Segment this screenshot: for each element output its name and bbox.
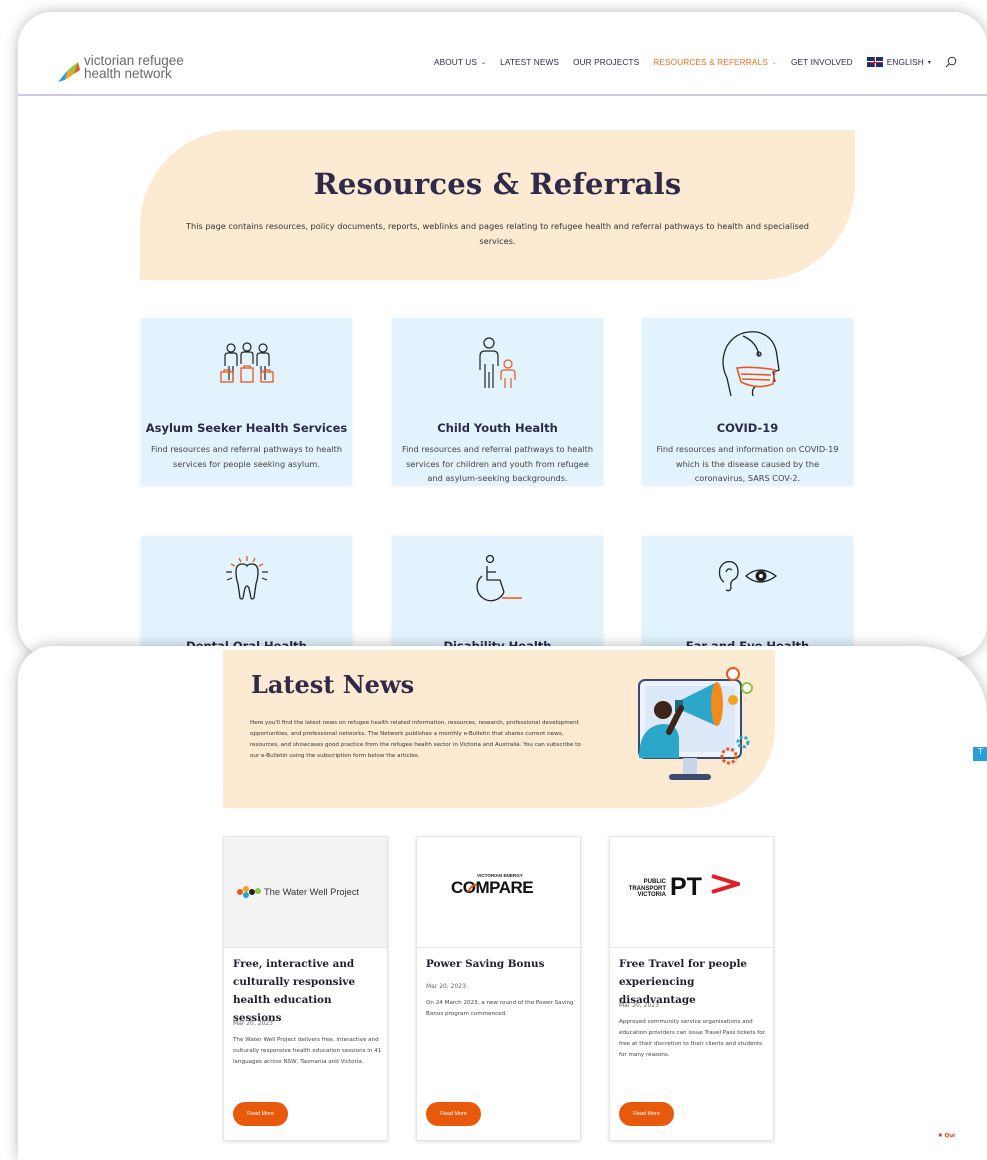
language-label: ENGLISH	[886, 57, 924, 67]
card-description: Find resources and referral pathways to …	[401, 444, 594, 483]
card-dental-oral-health[interactable]: Dental Oral Health	[141, 536, 352, 656]
site-logo[interactable]: victorian refugee health network	[56, 50, 184, 84]
news-card-date: Mar 20, 2023	[426, 983, 466, 990]
resources-hero: Resources & Referrals This page contains…	[140, 130, 855, 280]
nav-get-involved[interactable]: GET INVOLVED	[791, 57, 853, 67]
latest-news-panel: Latest News Here you'll find the latest …	[18, 646, 987, 1160]
main-nav: ABOUT US ⌄ LATEST NEWS OUR PROJECTS RESO…	[434, 56, 957, 68]
card-title: Asylum Seeker Health Services	[145, 421, 348, 435]
news-card-water-well[interactable]: The Water Well Project Free, interactive…	[223, 836, 388, 1141]
nav-label: LATEST NEWS	[500, 57, 560, 67]
card-asylum-seeker-health[interactable]: Asylum Seeker Health Services Find resou…	[141, 318, 352, 485]
nav-label: RESOURCES & REFERRALS	[653, 57, 768, 67]
card-title: Child Youth Health	[437, 421, 558, 435]
page-title: Resources & Referrals	[313, 167, 682, 201]
logo-bird-icon	[58, 62, 80, 82]
site-header: victorian refugee health network ABOUT U…	[18, 12, 987, 96]
latest-news-hero: Latest News Here you'll find the latest …	[223, 650, 775, 808]
news-card-excerpt: Approved community service organisations…	[619, 1019, 765, 1058]
logo-line-2: health network	[84, 66, 172, 81]
read-more-button[interactable]: Read More	[233, 1102, 288, 1126]
chevron-down-icon: ⌄	[481, 59, 487, 66]
ptv-arrow-icon	[711, 874, 740, 894]
nav-label: OUR PROJECTS	[573, 57, 640, 67]
latest-news-description: Here you'll find the latest news on refu…	[250, 720, 581, 759]
search-icon[interactable]	[945, 56, 957, 68]
news-card-date: Mar 20, 2023	[233, 1020, 273, 1027]
tooth-icon	[225, 556, 268, 600]
news-card-title[interactable]: Power Saving Bonus	[426, 955, 576, 973]
news-card-title[interactable]: Free, interactive and culturally respons…	[233, 955, 383, 1027]
vec-logo-main: COMPARE	[451, 878, 534, 897]
news-card-image: VICTORIAN ENERGY COMPARE	[417, 837, 580, 948]
news-card-title[interactable]: Free Travel for people experiencing disa…	[619, 955, 769, 1009]
news-card-image: The Water Well Project	[224, 837, 387, 948]
card-covid-19[interactable]: COVID-19 Find resources and information …	[642, 318, 853, 485]
news-card-free-travel[interactable]: PUBLIC TRANSPORT VICTORIA PT Free Travel…	[609, 836, 774, 1141]
water-well-logo-icon	[237, 886, 261, 898]
page-description: This page contains resources, policy doc…	[186, 221, 809, 246]
card-title: COVID-19	[716, 421, 779, 435]
nav-latest-news[interactable]: LATEST NEWS	[500, 57, 559, 67]
ptv-logo-text: PUBLIC TRANSPORT VICTORIA	[622, 879, 666, 899]
news-card-excerpt: On 24 March 2023, a new round of the Pow…	[426, 1000, 574, 1017]
nav-label: ABOUT US	[433, 57, 477, 67]
side-tab-icon: T	[978, 747, 983, 756]
side-floating-tab[interactable]: T	[973, 747, 987, 761]
news-card-power-saving-bonus[interactable]: VICTORIAN ENERGY COMPARE Power Saving Bo…	[416, 836, 581, 1141]
card-ear-eye-health[interactable]: Ear and Eye Health	[642, 536, 853, 656]
card-disability-health[interactable]: Disability Health	[392, 536, 603, 656]
read-more-button[interactable]: Read More	[426, 1102, 481, 1126]
card-description: Find resources and information on COVID-…	[656, 444, 839, 483]
megaphone-illustration-icon	[638, 667, 753, 780]
latest-news-title: Latest News	[251, 670, 415, 699]
nav-resources-referrals[interactable]: RESOURCES & REFERRALS ⌄	[653, 57, 777, 67]
nav-about-us[interactable]: ABOUT US ⌄	[434, 57, 486, 67]
language-selector[interactable]: ENGLISH ▾	[866, 57, 931, 67]
ear-eye-icon	[718, 560, 777, 592]
ptv-logo-main: PT	[670, 873, 702, 901]
news-card-excerpt: The Water Well Project delivers free, in…	[233, 1037, 382, 1065]
face-mask-icon	[721, 331, 780, 397]
people-luggage-icon	[219, 342, 274, 383]
chevron-down-icon: ⌄	[771, 59, 777, 66]
card-child-youth-health[interactable]: Child Youth Health Find resources and re…	[392, 318, 603, 485]
caret-down-icon: ▾	[927, 59, 931, 66]
adult-child-icon	[478, 337, 516, 388]
water-well-logo-text: The Water Well Project	[264, 887, 360, 897]
quiz-close-button[interactable]: ✖ Qui	[938, 1133, 955, 1139]
read-more-button[interactable]: Read More	[619, 1102, 674, 1126]
nav-our-projects[interactable]: OUR PROJECTS	[573, 57, 639, 67]
card-description: Find resources and referral pathways to …	[150, 444, 343, 469]
ptv-line: VICTORIA	[637, 892, 666, 898]
news-card-image: PUBLIC TRANSPORT VICTORIA PT	[610, 837, 773, 948]
nav-label: GET INVOLVED	[790, 57, 853, 67]
news-card-date: Mar 20, 2023	[619, 1002, 659, 1009]
wheelchair-icon	[475, 554, 522, 602]
uk-flag-icon	[866, 57, 883, 67]
vec-logo-swoosh-icon	[467, 883, 478, 893]
resources-page-panel: victorian refugee health network ABOUT U…	[18, 12, 987, 658]
